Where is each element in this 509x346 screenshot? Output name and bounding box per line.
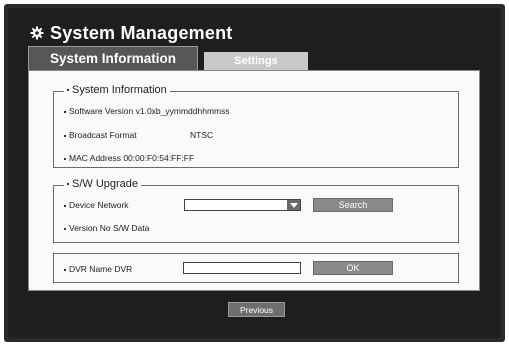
version-label: Version No S/W Data <box>69 223 150 233</box>
search-button[interactable]: Search <box>313 198 393 212</box>
mac-address-text: MAC Address 00:00:F0:54:FF:FF <box>69 153 195 163</box>
sw-upgrade-group: S/W Upgrade Device Network Search Versio… <box>53 178 459 243</box>
previous-button[interactable]: Previous <box>228 302 285 317</box>
gear-icon <box>30 26 44 40</box>
broadcast-format-label: Broadcast Format <box>69 130 137 140</box>
window-title-bar: System Management <box>30 20 232 46</box>
sw-upgrade-legend: S/W Upgrade <box>64 178 142 190</box>
dvr-name-input[interactable] <box>183 262 301 274</box>
system-information-legend: System Information <box>64 84 170 96</box>
broadcast-format-row: Broadcast Format <box>64 130 137 140</box>
dvr-name-group: DVR Name DVR OK <box>53 253 459 283</box>
dvr-name-row: DVR Name DVR <box>64 264 132 274</box>
broadcast-format-value: NTSC <box>190 130 214 140</box>
dvr-name-label: DVR Name DVR <box>69 264 133 274</box>
chevron-down-icon[interactable] <box>287 200 300 210</box>
tab-settings[interactable]: Settings <box>204 52 308 70</box>
device-label: Device Network <box>69 200 129 210</box>
page-title: System Management <box>50 22 233 43</box>
tab-system-information[interactable]: System Information <box>28 46 198 70</box>
device-row: Device Network <box>64 200 129 210</box>
mac-address-row: MAC Address 00:00:F0:54:FF:FF <box>64 153 194 163</box>
ok-button[interactable]: OK <box>313 261 393 275</box>
software-version-text: Software Version v1.0xb_yymmddhhmmss <box>69 106 230 116</box>
tab-content-panel: System Information Software Version v1.0… <box>28 70 480 291</box>
software-version-row: Software Version v1.0xb_yymmddhhmmss <box>64 106 230 116</box>
version-row: Version No S/W Data <box>64 223 149 233</box>
device-select[interactable] <box>184 199 301 211</box>
system-information-group: System Information Software Version v1.0… <box>53 84 459 168</box>
